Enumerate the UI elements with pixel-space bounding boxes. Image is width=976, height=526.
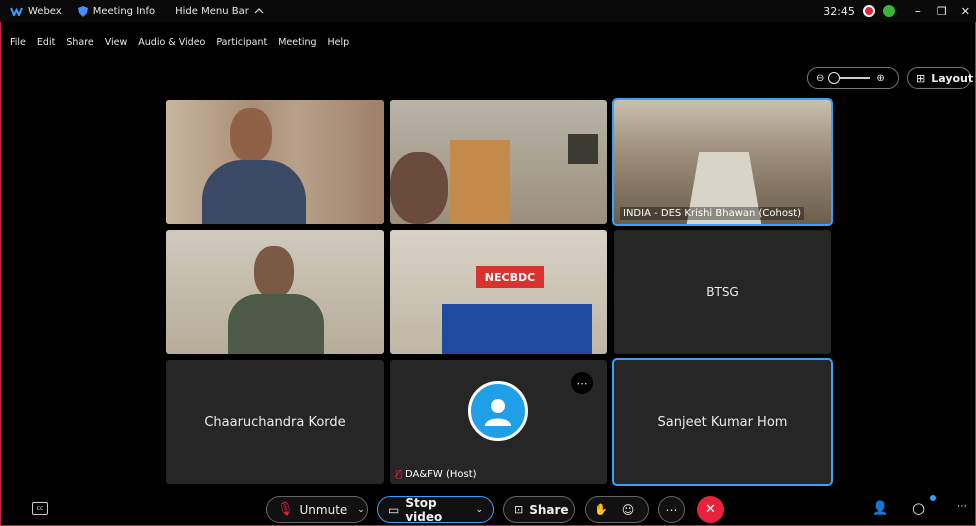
video-camera-icon: ▭ [388, 502, 400, 517]
video-tile-9[interactable]: Sanjeet Kumar Hom [612, 358, 833, 486]
layout-grid-icon: ⊞ [916, 71, 926, 85]
participants-icon[interactable]: 👤 [872, 501, 888, 516]
video-tile-4[interactable] [166, 230, 384, 354]
video-tile-5[interactable]: NECBDC [390, 230, 607, 354]
participant-head [230, 108, 272, 162]
more-options-button[interactable]: ⋯ [658, 496, 685, 523]
chevron-down-icon[interactable]: ⌄ [357, 505, 365, 515]
menu-help[interactable]: Help [328, 37, 350, 53]
raise-hand-icon[interactable]: ✋ [594, 503, 608, 516]
zoom-out-icon[interactable]: ⊖ [816, 73, 824, 84]
video-tile-6[interactable]: BTSG [614, 230, 831, 354]
muted-mic-icon: 🎙̸ [396, 469, 403, 480]
reactions-group: ✋ ☺ [585, 496, 649, 523]
notification-dot [930, 495, 936, 501]
info-shield-icon [77, 5, 88, 17]
network-status-icon[interactable] [882, 5, 895, 17]
app-title: Webex [28, 5, 62, 17]
chat-icon[interactable]: ○ [912, 499, 925, 517]
participant-name: BTSG [706, 285, 739, 299]
participant-name: Chaaruchandra Korde [204, 414, 346, 430]
muted-mic-icon: 🎙 [277, 502, 294, 517]
share-button[interactable]: ⊡ Share [503, 496, 575, 523]
share-screen-icon: ⊡ [514, 503, 524, 516]
stop-video-button[interactable]: ▭ Stop video ⌄ [377, 495, 494, 524]
participant-head [254, 246, 294, 298]
hide-menu-bar-button[interactable]: Hide Menu Bar [175, 6, 264, 17]
menu-file[interactable]: File [10, 37, 26, 53]
participant-head [390, 152, 448, 224]
title-bar-right: 32:45 – ❐ ✕ [823, 0, 976, 22]
layout-label: Layout [931, 71, 974, 85]
meeting-info-button[interactable]: Meeting Info [77, 5, 156, 17]
share-label: Share [529, 502, 569, 517]
restore-icon[interactable]: ❐ [937, 5, 947, 18]
zoom-slider[interactable]: ⊖ ⊕ [807, 67, 899, 89]
app-name[interactable]: Webex [10, 6, 62, 17]
emoji-icon[interactable]: ☺ [622, 503, 635, 517]
menu-view[interactable]: View [105, 37, 128, 53]
person-icon [485, 399, 511, 426]
recording-status-icon[interactable] [862, 5, 875, 17]
close-icon: ✕ [705, 502, 716, 517]
video-tile-1[interactable] [166, 100, 384, 224]
tile-more-button[interactable]: ⋯ [571, 372, 593, 394]
menu-audio-video[interactable]: Audio & Video [138, 37, 205, 53]
menu-participant[interactable]: Participant [216, 37, 267, 53]
title-bar: Webex Meeting Info Hide Menu Bar 32:45 –… [0, 0, 976, 22]
avatar [468, 381, 528, 441]
video-tile-3[interactable]: INDIA - DES Krishi Bhawan (Cohost) [612, 98, 833, 226]
meeting-controls: cc 🎙 Unmute ⌄ ▭ Stop video ⌄ ⊡ Share ✋ ☺… [0, 492, 976, 526]
zoom-handle[interactable] [828, 72, 841, 84]
zoom-track[interactable] [828, 72, 871, 84]
meeting-timer: 32:45 [823, 4, 855, 18]
tile-caption: INDIA - DES Krishi Bhawan (Cohost) [620, 207, 805, 220]
chevron-up-icon [254, 8, 264, 14]
view-controls: ⊖ ⊕ ⊞ Layout [807, 67, 974, 89]
video-tile-8[interactable]: ⋯ 🎙̸ DA&FW (Host) [390, 360, 607, 484]
host-name: DA&FW (Host) [405, 469, 477, 480]
hide-menu-bar-label: Hide Menu Bar [175, 5, 249, 17]
banner-text: NECBDC [484, 270, 536, 284]
menu-meeting[interactable]: Meeting [278, 37, 316, 53]
wall-frame [568, 134, 598, 164]
layout-button[interactable]: ⊞ Layout [907, 67, 974, 89]
video-tile-7[interactable]: Chaaruchandra Korde [166, 360, 384, 484]
webex-logo-icon [10, 7, 23, 16]
chevron-down-icon[interactable]: ⌄ [475, 505, 483, 515]
menu-share[interactable]: Share [66, 37, 93, 53]
meeting-info-label: Meeting Info [92, 5, 156, 17]
unmute-button[interactable]: 🎙 Unmute ⌄ [266, 496, 368, 523]
necbdc-banner: NECBDC [476, 266, 544, 288]
menu-bar: File Edit Share View Audio & Video Parti… [0, 37, 976, 53]
minimize-icon[interactable]: – [915, 4, 921, 18]
zoom-in-icon[interactable]: ⊕ [876, 73, 884, 84]
more-icon: ⋯ [665, 502, 678, 517]
video-tile-2[interactable] [390, 100, 607, 224]
participant-name: Sanjeet Kumar Hom [657, 414, 788, 430]
end-call-button[interactable]: ✕ [697, 496, 724, 523]
captions-icon[interactable]: cc [32, 502, 48, 515]
tile-caption: 🎙̸ DA&FW (Host) [396, 469, 477, 480]
menu-edit[interactable]: Edit [37, 37, 55, 53]
participant-body [228, 294, 324, 354]
meeting-table [442, 304, 592, 354]
participant-body [202, 160, 306, 224]
unmute-label: Unmute [299, 502, 348, 517]
stop-video-label: Stop video [405, 495, 443, 524]
more-panels-icon[interactable]: ⋯ [957, 501, 967, 512]
close-window-icon[interactable]: ✕ [961, 5, 970, 18]
curtain [450, 140, 510, 224]
